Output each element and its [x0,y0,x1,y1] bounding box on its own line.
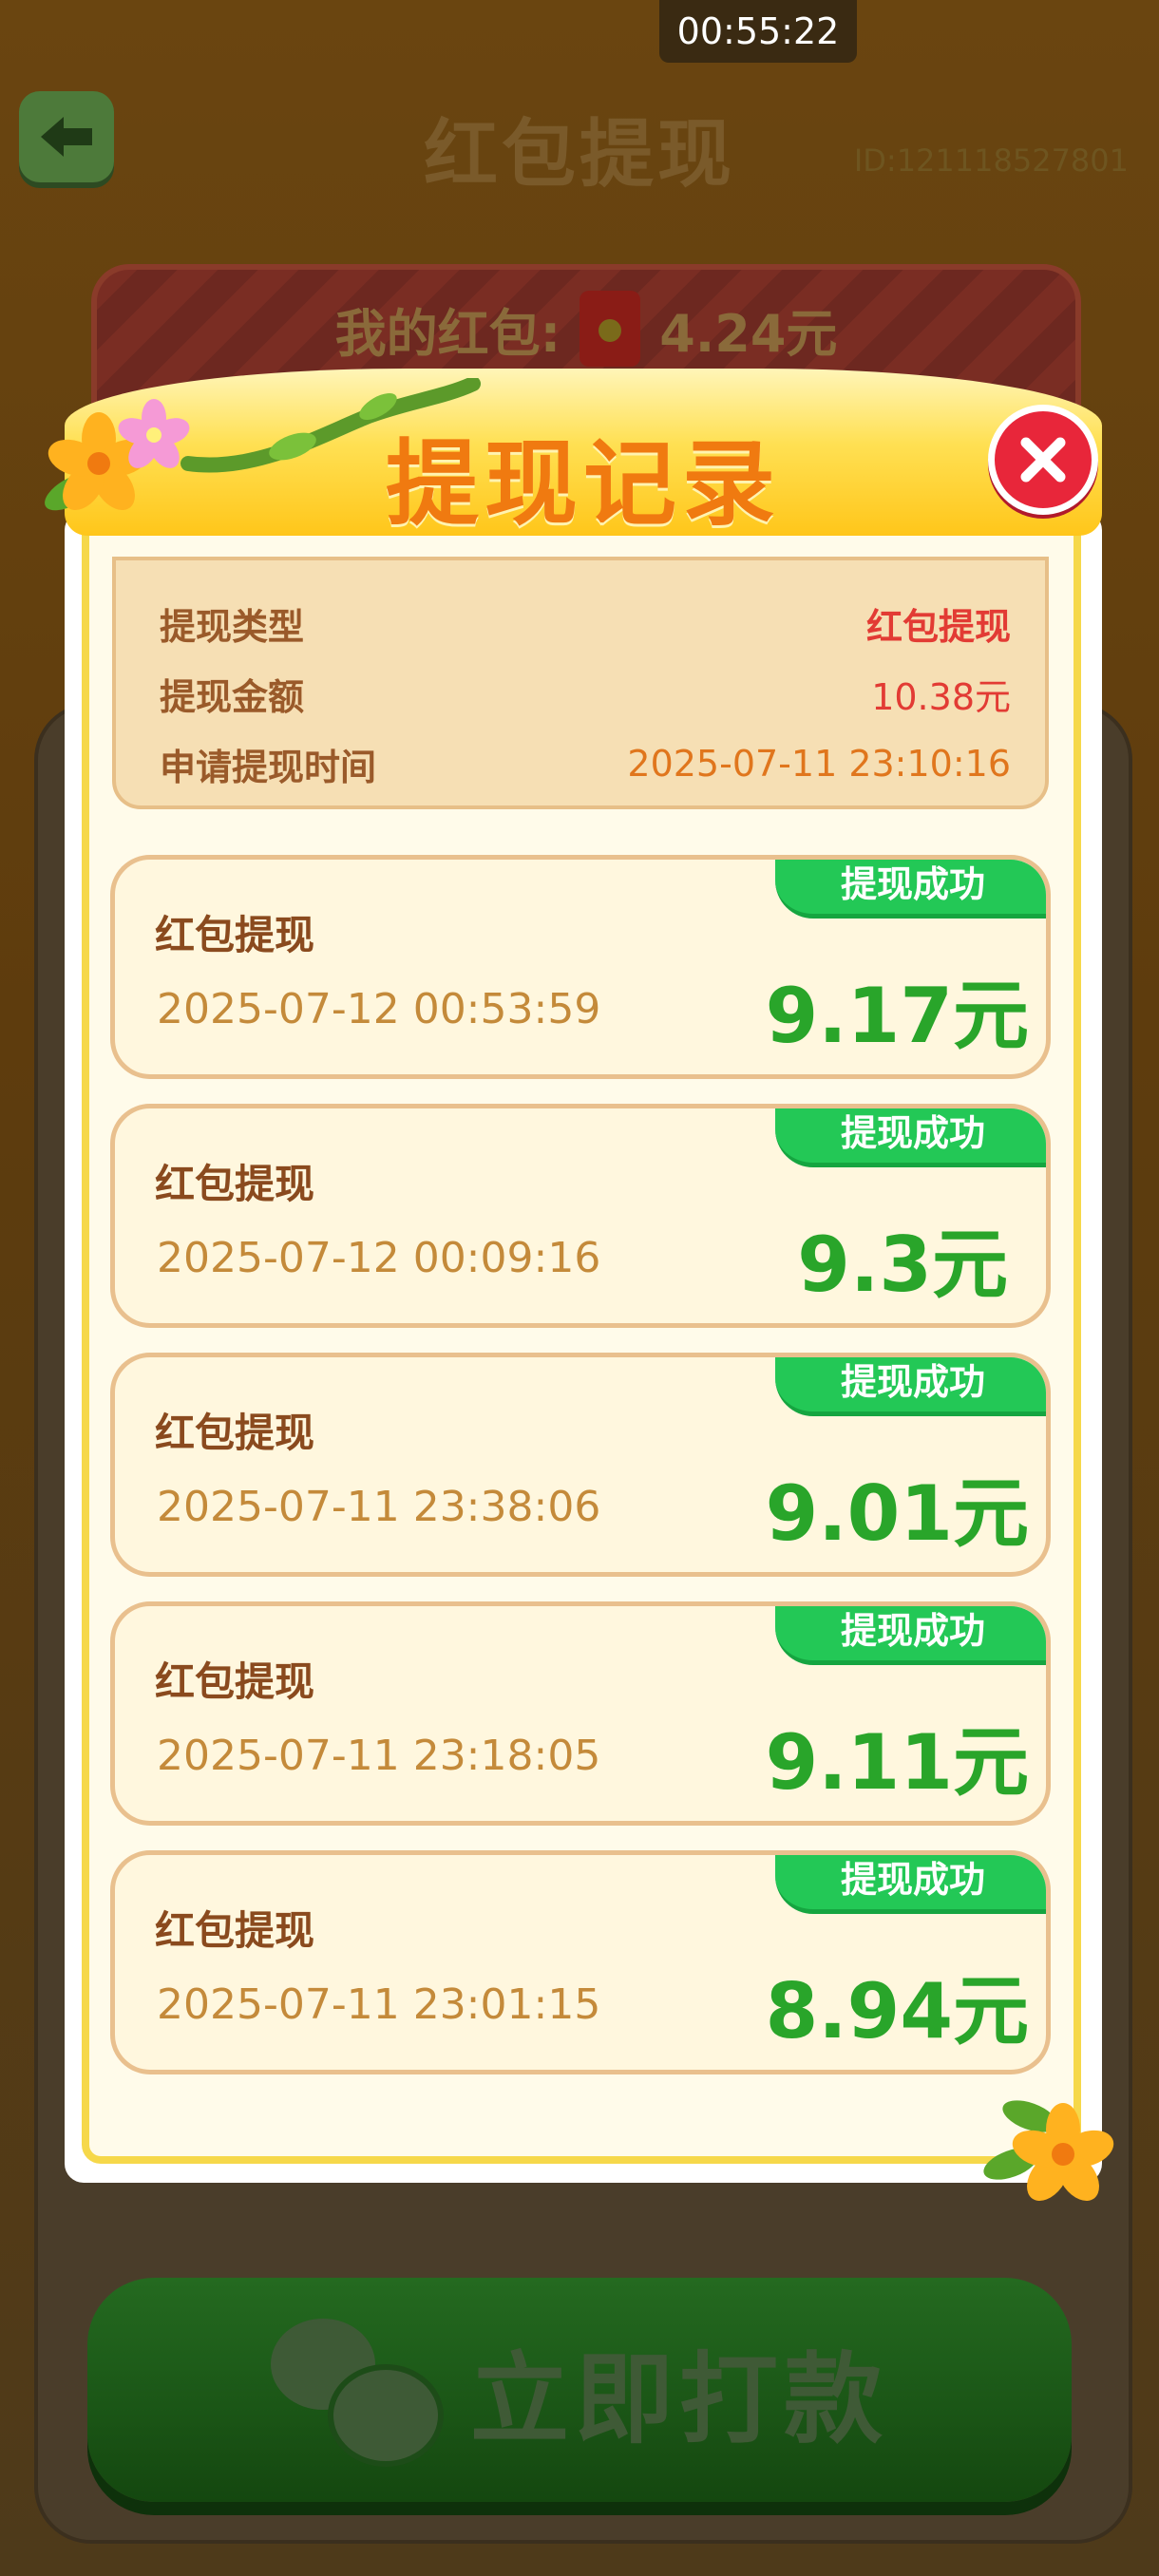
user-id: ID:121118527801 [853,142,1129,179]
wallet-amount: 4.24元 [659,303,838,364]
record-time: 2025-07-12 00:09:16 [157,1234,601,1282]
summary-key: 申请提现时间 [160,746,377,788]
record-time: 2025-07-11 23:18:05 [157,1732,601,1780]
record-amount: 9.3元 [797,1221,1008,1309]
summary-row-type: 提现类型 红包提现 [160,595,1011,652]
status-badge: 提现成功 [775,1108,1046,1167]
record-card: 提现成功 红包提现 2025-07-12 00:53:59 9.17元 [110,855,1051,1079]
summary-value: 10.38元 [871,675,1011,718]
record-type: 红包提现 [155,912,315,958]
withdraw-record-modal: 提现记录 提现类型 红包提现 提现金额 10.38元 申请提现时间 2025-0… [45,369,1114,2202]
wechat-icon [270,2319,444,2467]
record-time: 2025-07-11 23:01:15 [157,1980,601,2029]
record-card: 提现成功 红包提现 2025-07-11 23:18:05 9.11元 [110,1601,1051,1826]
record-type: 红包提现 [155,1410,315,1456]
wallet-label: 我的红包: [334,303,561,364]
record-type: 红包提现 [155,1907,315,1954]
record-amount: 8.94元 [765,1967,1029,2055]
status-badge: 提现成功 [775,1855,1046,1914]
pay-now-label: 立即打款 [469,2340,888,2457]
withdraw-summary: 提现类型 红包提现 提现金额 10.38元 申请提现时间 2025-07-11 … [112,557,1049,809]
close-icon [1020,437,1066,483]
summary-row-amount: 提现金额 10.38元 [160,665,1011,722]
pay-now-button[interactable]: 立即打款 [87,2278,1072,2502]
summary-value: 2025-07-11 23:10:16 [627,743,1011,785]
record-type: 红包提现 [155,1658,315,1705]
summary-key: 提现金额 [160,675,305,718]
modal-title: 提现记录 [385,430,781,539]
status-badge: 提现成功 [775,1606,1046,1665]
status-badge: 提现成功 [775,1357,1046,1416]
flower-icon [983,2100,1114,2202]
record-amount: 9.11元 [765,1718,1029,1807]
summary-value: 红包提现 [865,605,1011,648]
close-button[interactable] [988,405,1098,515]
record-card: 提现成功 红包提现 2025-07-12 00:09:16 9.3元 [110,1104,1051,1328]
summary-row-time: 申请提现时间 2025-07-11 23:10:16 [160,735,1011,792]
summary-key: 提现类型 [160,605,305,648]
timer-badge: 00:55:22 [659,0,857,63]
red-envelope-icon [580,291,641,367]
record-amount: 9.17元 [765,972,1029,1060]
record-time: 2025-07-12 00:53:59 [157,985,601,1033]
record-card: 提现成功 红包提现 2025-07-11 23:38:06 9.01元 [110,1353,1051,1577]
record-time: 2025-07-11 23:38:06 [157,1483,601,1531]
status-badge: 提现成功 [775,860,1046,919]
record-card: 提现成功 红包提现 2025-07-11 23:01:15 8.94元 [110,1850,1051,2074]
record-type: 红包提现 [155,1161,315,1207]
record-amount: 9.01元 [765,1469,1029,1558]
